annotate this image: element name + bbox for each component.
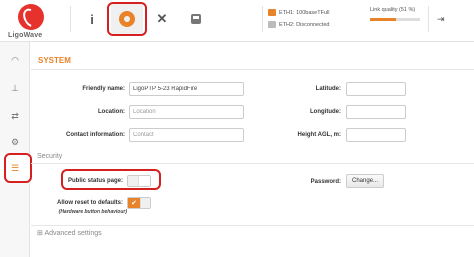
link-quality-label: Link quality (51 %) [370, 7, 416, 13]
section-title: SYSTEM [38, 56, 71, 65]
sidebar: ◠ ⊥ ⇄ ⚙ ☰ [0, 42, 32, 257]
divider [70, 6, 71, 32]
eth1-value: 100baseTFull [296, 9, 330, 16]
tools-icon: ✕ [156, 11, 168, 26]
status-panel: ETH1: 100baseTFull ETH2: Disconnected Li… [268, 6, 420, 36]
logout-icon: ⇥ [437, 14, 445, 24]
height-input[interactable] [346, 128, 406, 142]
main-content: SYSTEM Friendly name: Location: Contact … [31, 42, 474, 257]
logo-text: LigoWave [8, 32, 43, 39]
device-button[interactable] [180, 4, 212, 34]
highlight-ring [107, 2, 147, 36]
link-quality-fill [370, 18, 396, 21]
eth2-status: ETH2: Disconnected [268, 20, 329, 29]
allow-reset-toggle[interactable]: ✔ [127, 197, 151, 209]
longitude-input[interactable] [346, 105, 406, 119]
divider [31, 69, 474, 70]
password-label: Password: [310, 179, 341, 185]
ethernet-icon [268, 9, 276, 16]
highlight-ring [61, 169, 161, 190]
logo-mark [18, 4, 44, 30]
gears-icon: ⚙ [10, 136, 20, 147]
divider [428, 6, 429, 32]
link-quality-bar [370, 18, 420, 21]
allow-reset-hint: (Hardware button behaviour) [58, 209, 127, 215]
info-button[interactable]: i [76, 4, 108, 34]
divider [31, 225, 474, 226]
divider [262, 6, 263, 32]
eth1-label: ETH1: [279, 9, 295, 16]
ethernet-icon [268, 21, 276, 28]
eth1-status: ETH1: 100baseTFull [268, 8, 329, 17]
sidebar-item-services[interactable]: ⚙ [0, 128, 30, 156]
security-heading: Security [37, 153, 63, 160]
network-icon: ⊥ [11, 82, 19, 93]
location-input[interactable] [129, 105, 244, 119]
highlight-ring [4, 153, 32, 183]
height-label: Height AGL, m: [297, 132, 341, 138]
logo[interactable]: LigoWave [6, 2, 60, 40]
friendly-name-input[interactable] [129, 82, 244, 96]
advanced-settings-label: Advanced settings [44, 230, 102, 237]
info-icon: i [90, 11, 94, 27]
top-bar: LigoWave i ✕ ETH1: 100baseTFull ETH2: Di… [0, 0, 474, 42]
longitude-label: Longitude: [310, 109, 341, 115]
sidebar-item-routing[interactable]: ⇄ [0, 102, 30, 130]
contact-label: Contact information: [66, 132, 125, 138]
device-icon [191, 14, 201, 24]
latitude-label: Latitude: [315, 86, 341, 92]
sidebar-item-network[interactable]: ⊥ [0, 74, 30, 102]
logout-button[interactable]: ⇥ [437, 14, 445, 25]
eth2-label: ETH2: [279, 21, 295, 28]
arrows-icon: ⇄ [11, 110, 19, 121]
advanced-settings-toggle[interactable]: ⊞ Advanced settings [37, 229, 102, 237]
friendly-name-label: Friendly name: [82, 86, 125, 92]
tools-button[interactable]: ✕ [146, 4, 178, 34]
check-icon: ✔ [128, 198, 140, 208]
expand-icon: ⊞ [37, 230, 43, 237]
allow-reset-label: Allow reset to defaults: [56, 200, 123, 206]
eth2-value: Disconnected [296, 21, 330, 28]
location-label: Location: [98, 109, 125, 115]
divider [31, 163, 474, 164]
latitude-input[interactable] [346, 82, 406, 96]
contact-input[interactable] [129, 128, 244, 142]
change-password-button[interactable]: Change... [346, 174, 384, 188]
wifi-icon: ◠ [11, 54, 19, 65]
sidebar-item-wireless[interactable]: ◠ [0, 46, 30, 74]
toggle-knob [140, 198, 150, 208]
